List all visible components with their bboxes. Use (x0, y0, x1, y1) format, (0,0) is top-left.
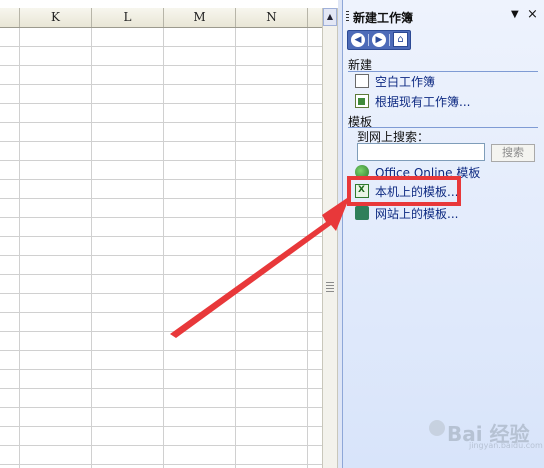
watermark-subtext: jingyan.baidu.com (469, 441, 543, 450)
watermark: Bai 经验 jingyan.baidu.com (425, 412, 543, 452)
paw-logo-icon (429, 420, 445, 436)
annotation-arrow (170, 196, 350, 338)
arrow-shape (170, 196, 350, 338)
